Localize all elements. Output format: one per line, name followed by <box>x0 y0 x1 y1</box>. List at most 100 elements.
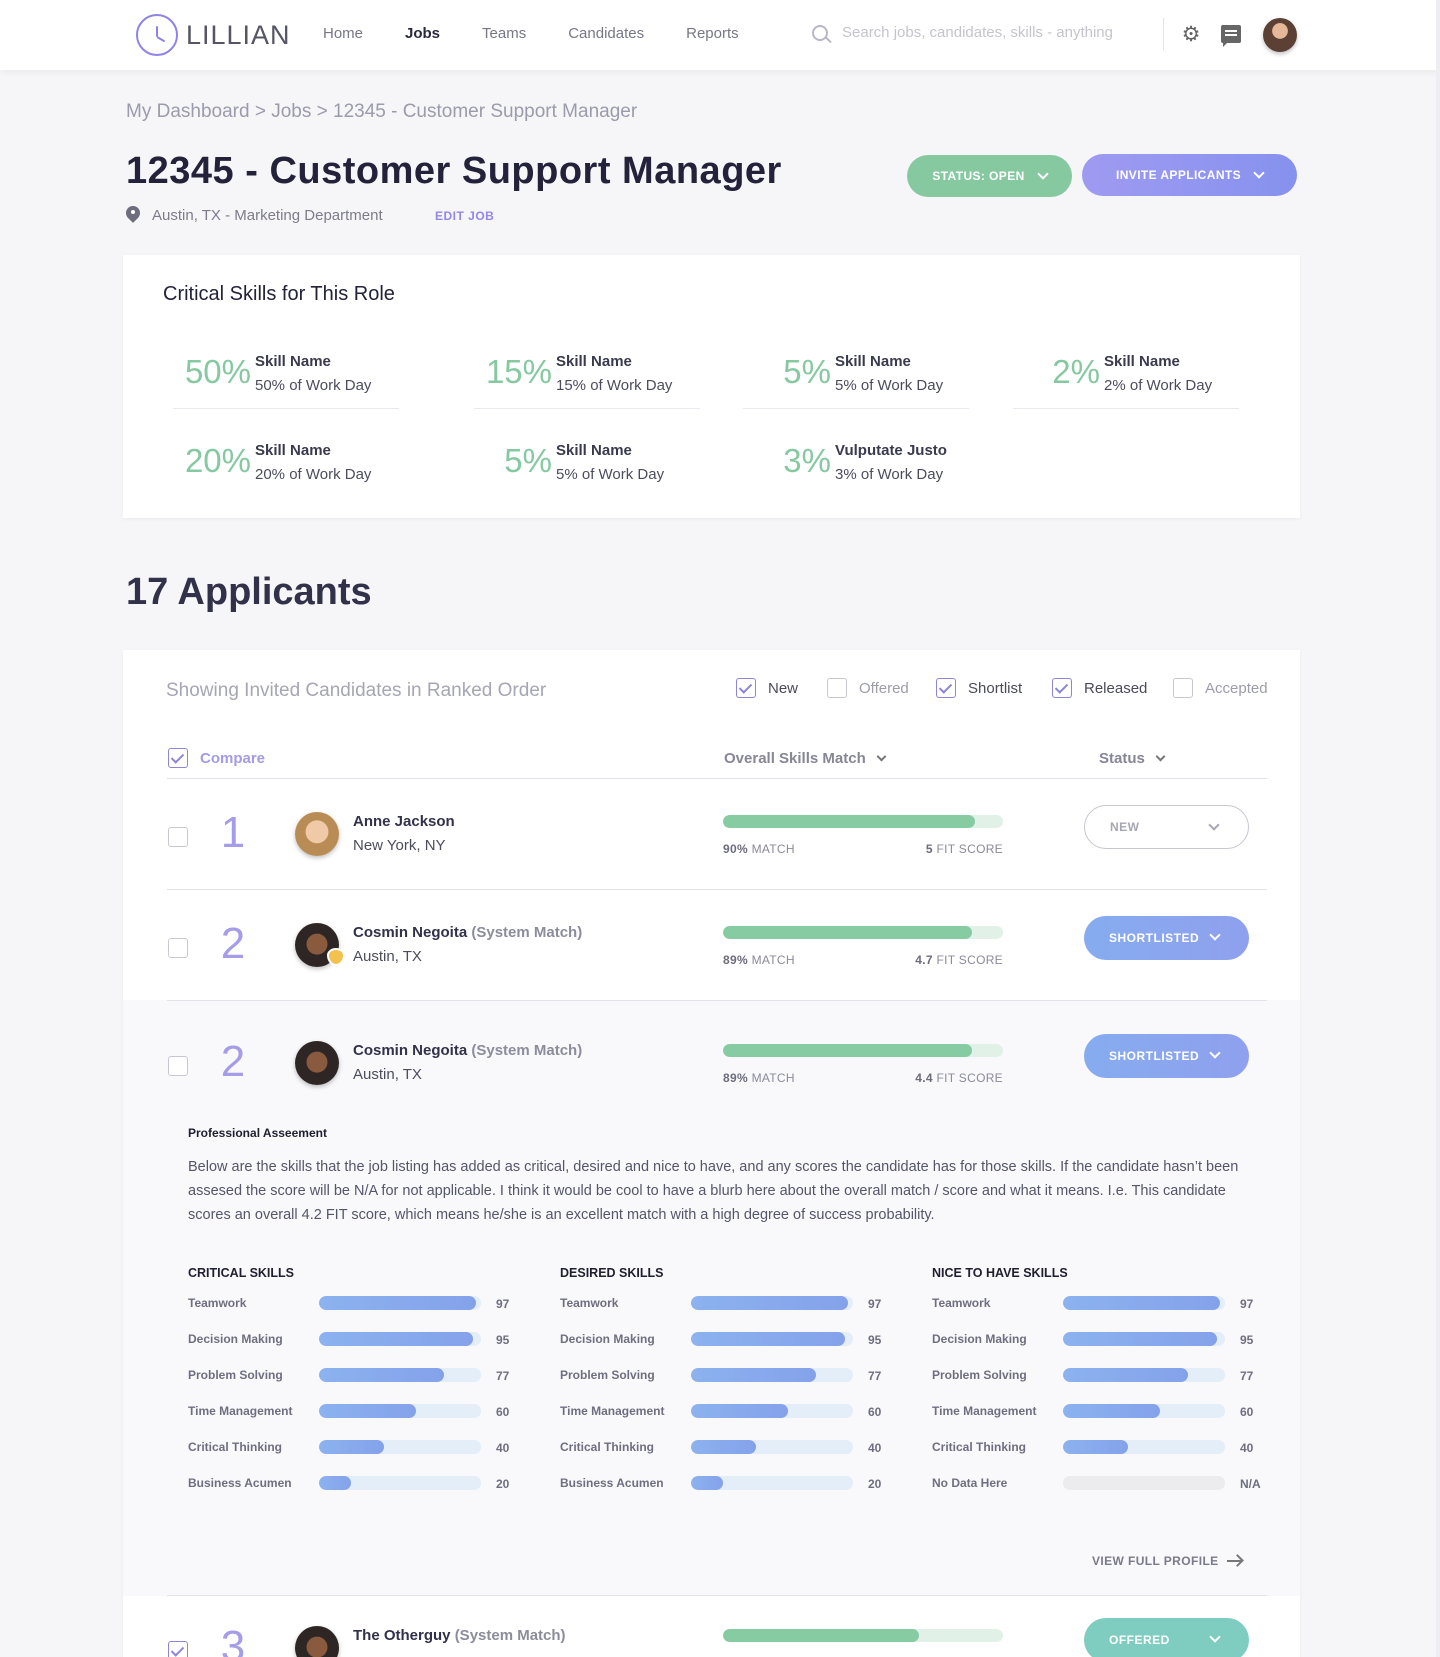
status-select-shortlisted[interactable]: SHORTLISTED <box>1084 1034 1249 1078</box>
invite-applicants-button[interactable]: INVITE APPLICANTS <box>1082 154 1297 196</box>
skill-score-label: Business Acumen <box>188 1476 292 1490</box>
skill-name: Skill Name <box>1104 353 1180 370</box>
applicant-name[interactable]: The Otherguy (System Match) <box>353 1627 566 1644</box>
skill-score-list: Teamwork 97 Decision Making 95 Problem Solvi… <box>188 1296 518 1512</box>
skill-score-bar <box>319 1404 481 1418</box>
skill-name: Skill Name <box>835 353 911 370</box>
critical-skills-card: Critical Skills for This Role 50% Skill … <box>123 255 1300 518</box>
fit-suffix: FIT SCORE <box>936 1071 1003 1085</box>
job-location: Austin, TX - Marketing Department <box>126 206 383 224</box>
skill-divider <box>173 408 399 409</box>
nav-candidates[interactable]: Candidates <box>568 25 644 42</box>
skill-score-bar <box>1063 1404 1225 1418</box>
compare-toggle[interactable]: Compare <box>168 748 265 768</box>
nav-home[interactable]: Home <box>323 25 363 42</box>
sort-overall-skills-match[interactable]: Overall Skills Match <box>724 750 887 767</box>
checkbox[interactable] <box>1173 678 1193 698</box>
skill-score-row: Critical Thinking 40 <box>932 1440 1262 1476</box>
skill-item: 3% Vulputate Justo 3% of Work Day <box>753 422 983 492</box>
filter-offered[interactable]: Offered <box>827 678 909 698</box>
status-select-new[interactable]: NEW <box>1084 805 1249 849</box>
status-select-offered[interactable]: OFFERED <box>1084 1618 1249 1657</box>
skill-percent: 5% <box>504 442 552 479</box>
skill-score-bar <box>1063 1296 1225 1310</box>
gear-icon[interactable]: ⚙ <box>1181 24 1201 45</box>
status-label: SHORTLISTED <box>1109 1049 1200 1063</box>
skill-score-fill <box>319 1476 352 1490</box>
row-checkbox-checked[interactable] <box>168 1641 188 1657</box>
row-divider <box>167 1000 1267 1001</box>
skill-score-value: 20 <box>496 1477 510 1491</box>
logo[interactable]: LILLIAN <box>136 14 291 56</box>
skill-divider <box>474 408 700 409</box>
skill-score-fill <box>319 1296 477 1310</box>
checkbox-checked[interactable] <box>736 678 756 698</box>
fit-suffix: FIT SCORE <box>936 842 1003 856</box>
skill-score-bar <box>319 1368 481 1382</box>
view-full-profile-link[interactable]: VIEW FULL PROFILE <box>1092 1554 1243 1568</box>
nav-jobs[interactable]: Jobs <box>405 25 440 42</box>
filter-new[interactable]: New <box>736 678 798 698</box>
applicant-name-text: The Otherguy <box>353 1627 451 1644</box>
skill-score-label: Time Management <box>188 1404 293 1418</box>
fit-suffix: FIT SCORE <box>936 953 1003 967</box>
skill-score-label: Time Management <box>560 1404 665 1418</box>
user-avatar[interactable] <box>1263 18 1297 52</box>
fit-score: 4.4 FIT SCORE <box>881 1071 1003 1085</box>
row-checkbox[interactable] <box>168 827 188 847</box>
page-scrollbar[interactable] <box>1436 0 1440 1657</box>
applicant-location: Austin, TX <box>353 1066 422 1083</box>
rank-number: 2 <box>220 1037 246 1086</box>
filter-accepted[interactable]: Accepted <box>1173 678 1268 698</box>
applicant-name[interactable]: Anne Jackson <box>353 813 455 830</box>
status-select-shortlisted[interactable]: SHORTLISTED <box>1084 916 1249 960</box>
skill-score-value: 97 <box>868 1297 882 1311</box>
sort-status[interactable]: Status <box>1099 750 1166 767</box>
critical-skills-title: Critical Skills for This Role <box>163 283 395 305</box>
skills-match-bar <box>723 1044 1003 1057</box>
checkbox-checked[interactable] <box>1052 678 1072 698</box>
skill-column-heading: CRITICAL SKILLS <box>188 1266 295 1280</box>
skill-score-fill <box>691 1476 724 1490</box>
skill-score-row: Teamwork 97 <box>560 1296 890 1332</box>
filter-released[interactable]: Released <box>1052 678 1147 698</box>
skill-score-row: Decision Making 95 <box>560 1332 890 1368</box>
skill-score-row: Teamwork 97 <box>188 1296 518 1332</box>
skill-percent: 50% <box>184 353 251 390</box>
skill-score-fill <box>1063 1440 1128 1454</box>
fit-value: 4.4 <box>915 1071 933 1085</box>
breadcrumb[interactable]: My Dashboard > Jobs > 12345 - Customer S… <box>126 101 637 123</box>
status-dropdown-button[interactable]: STATUS: OPEN <box>907 155 1072 197</box>
skill-score-fill <box>319 1368 444 1382</box>
main-nav: Home Jobs Teams Candidates Reports <box>323 25 781 42</box>
skill-score-fill <box>691 1368 816 1382</box>
checkbox[interactable] <box>827 678 847 698</box>
skill-score-bar <box>319 1440 481 1454</box>
skill-score-label: Critical Thinking <box>188 1440 283 1454</box>
skill-score-fill <box>1063 1296 1221 1310</box>
row-checkbox[interactable] <box>168 1056 188 1076</box>
skill-score-label: Time Management <box>932 1404 1037 1418</box>
skill-column-heading: DESIRED SKILLS <box>560 1266 664 1280</box>
top-navbar: LILLIAN Home Jobs Teams Candidates Repor… <box>0 0 1440 70</box>
applicant-name[interactable]: Cosmin Negoita (System Match) <box>353 924 582 941</box>
skill-score-row: Time Management 60 <box>560 1404 890 1440</box>
applicant-name[interactable]: Cosmin Negoita (System Match) <box>353 1042 582 1059</box>
filter-shortlist[interactable]: Shortlist <box>936 678 1022 698</box>
row-checkbox[interactable] <box>168 938 188 958</box>
nav-teams[interactable]: Teams <box>482 25 526 42</box>
skill-score-value: 77 <box>496 1369 510 1383</box>
skill-score-fill <box>691 1440 756 1454</box>
skill-item: 15% Skill Name 15% of Work Day <box>474 333 704 403</box>
edit-job-link[interactable]: EDIT JOB <box>435 209 494 223</box>
nav-reports[interactable]: Reports <box>686 25 739 42</box>
applicants-card: Showing Invited Candidates in Ranked Ord… <box>123 650 1300 1657</box>
skill-score-value: 60 <box>868 1405 882 1419</box>
chat-icon[interactable] <box>1221 25 1241 47</box>
rank-number: 1 <box>220 808 246 857</box>
checkbox-checked[interactable] <box>936 678 956 698</box>
view-full-profile-label: VIEW FULL PROFILE <box>1092 1554 1219 1568</box>
skill-percent: 3% <box>783 442 831 479</box>
search-input[interactable] <box>842 24 1132 41</box>
checkbox-checked[interactable] <box>168 748 188 768</box>
